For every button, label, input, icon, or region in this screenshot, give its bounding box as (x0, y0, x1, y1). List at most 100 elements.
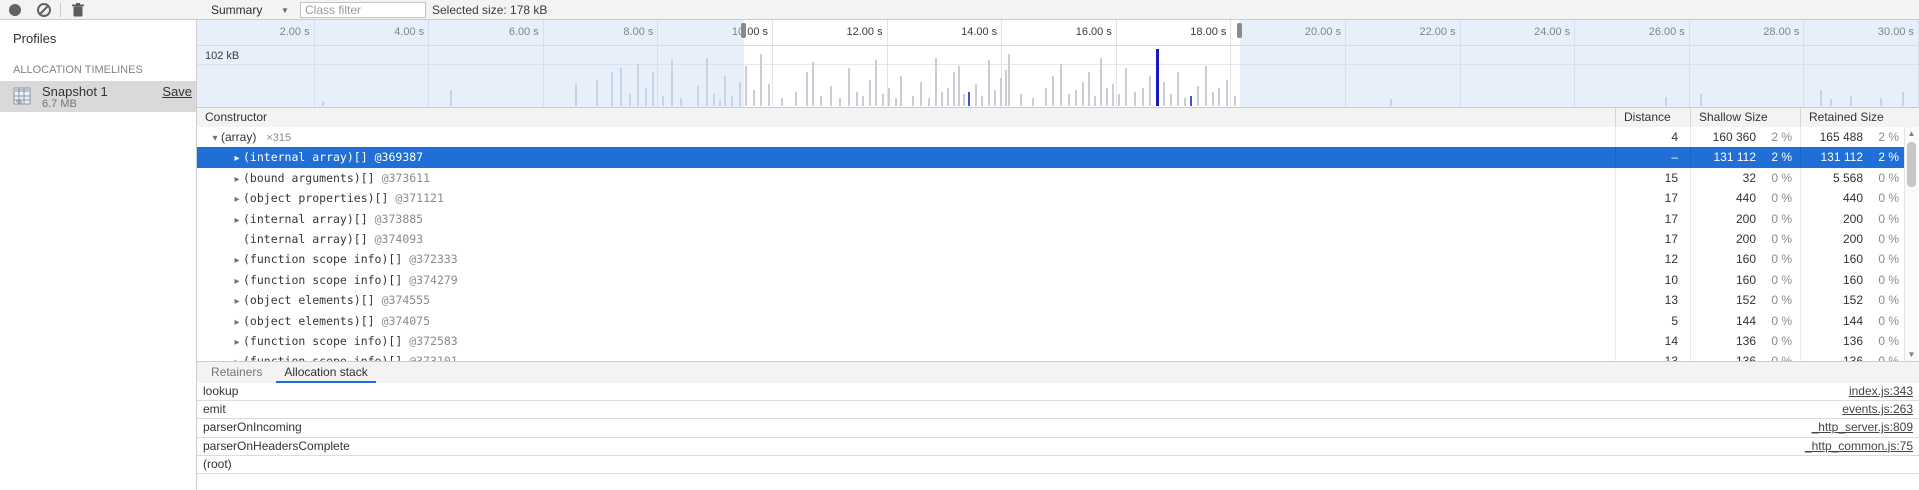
heap-content: 2.00 s4.00 s6.00 s8.00 s10.00 s12.00 s14… (197, 20, 1919, 490)
size-percent: 0 % (1863, 270, 1907, 290)
column-header-constructor[interactable]: Constructor (197, 108, 1615, 127)
constructor-cell[interactable]: ▸(function scope info)[]@374279 (197, 270, 1615, 290)
memory-axis-label: 102 kB (205, 50, 239, 62)
tab-allocation-stack[interactable]: Allocation stack (276, 362, 375, 383)
expander-icon[interactable]: ▸ (231, 333, 243, 351)
object-id: @374075 (382, 314, 430, 328)
expander-icon[interactable]: ▸ (231, 272, 243, 290)
table-row[interactable]: ▸(function scope info)[]@373101131360 %1… (197, 351, 1907, 361)
tab-retainers[interactable]: Retainers (203, 362, 270, 381)
scroll-down-icon[interactable]: ▼ (1905, 348, 1918, 361)
expander-icon[interactable]: ▸ (231, 251, 243, 269)
allocation-bar (1170, 94, 1172, 106)
distance-cell: 10 (1615, 270, 1690, 290)
constructor-cell[interactable]: ▸(bound arguments)[]@373611 (197, 168, 1615, 188)
perspective-dropdown[interactable]: Summary (211, 0, 262, 20)
size-percent: 0 % (1756, 351, 1800, 361)
allocation-bar (888, 88, 890, 106)
size-value: 32 (1691, 168, 1756, 188)
allocation-bar (1234, 96, 1236, 106)
source-location-link[interactable]: events.js:263 (1842, 401, 1913, 418)
table-row[interactable]: ▸(function scope info)[]@372333121600 %1… (197, 249, 1907, 269)
profiles-heading: Profiles (13, 31, 56, 46)
constructor-cell[interactable]: ▸(object properties)[]@371121 (197, 188, 1615, 208)
save-link[interactable]: Save (162, 84, 192, 99)
size-value: 144 (1801, 311, 1863, 331)
selection-handle-right[interactable] (1237, 23, 1242, 38)
column-header-retained-size[interactable]: Retained Size (1800, 108, 1919, 127)
expander-icon[interactable]: ▸ (231, 170, 243, 188)
constructor-cell[interactable]: ▾(array)×315 (197, 127, 1615, 147)
source-location-link[interactable]: index.js:343 (1849, 383, 1913, 400)
constructor-cell[interactable]: ▸(function scope info)[]@372583 (197, 331, 1615, 351)
expander-icon[interactable]: ▸ (231, 292, 243, 310)
retained-size-cell: 1360 % (1800, 331, 1907, 351)
distance-cell: – (1615, 147, 1690, 167)
distance-cell: 14 (1615, 331, 1690, 351)
table-row[interactable]: ▸(object properties)[]@371121174400 %440… (197, 188, 1907, 208)
table-row[interactable]: ▸(internal array)[]@369387–131 1122 %131… (197, 147, 1907, 167)
distance-cell: 13 (1615, 351, 1690, 361)
scrollbar-thumb[interactable] (1907, 142, 1916, 187)
constructor-cell[interactable]: ▸(function scope info)[]@372333 (197, 249, 1615, 269)
expander-icon[interactable]: ▸ (231, 313, 243, 331)
clear-icon[interactable] (37, 3, 50, 16)
function-name: emit (203, 401, 226, 418)
sidebar-item-snapshot-1[interactable]: % Snapshot 1 Save 6.7 MB (0, 81, 196, 112)
constructor-name: (function scope info)[] (243, 354, 402, 361)
selection-handle-left[interactable] (741, 23, 746, 38)
table-row[interactable]: ▸(internal array)[]@373885172000 %2000 % (197, 209, 1907, 229)
grid-scrollbar[interactable]: ▲ ▼ (1904, 127, 1918, 361)
allocation-bar (862, 96, 864, 106)
scroll-up-icon[interactable]: ▲ (1905, 127, 1918, 140)
column-header-shallow-size[interactable]: Shallow Size (1690, 108, 1800, 127)
retained-size-cell: 1360 % (1800, 351, 1907, 361)
allocation-bar (1082, 82, 1084, 106)
allocation-bar (839, 98, 841, 106)
retained-size-cell: 165 4882 % (1800, 127, 1907, 147)
class-filter-input[interactable] (300, 2, 426, 18)
table-row[interactable]: ▸(function scope info)[]@374279101600 %1… (197, 270, 1907, 290)
table-row[interactable]: ▸(bound arguments)[]@37361115320 %5 5680… (197, 168, 1907, 188)
stack-frame-row: emit events.js:263 (197, 401, 1919, 419)
constructor-cell[interactable]: (internal array)[]@374093 (197, 229, 1615, 249)
shallow-size-cell: 2000 % (1690, 209, 1800, 229)
allocation-timeline-overview[interactable]: 2.00 s4.00 s6.00 s8.00 s10.00 s12.00 s14… (197, 20, 1919, 107)
record-icon[interactable] (9, 4, 21, 16)
constructor-cell[interactable]: ▸(function scope info)[]@373101 (197, 351, 1615, 361)
source-location-link[interactable]: _http_common.js:75 (1805, 438, 1913, 455)
instance-count: ×315 (266, 132, 291, 144)
distance-cell: 17 (1615, 229, 1690, 249)
allocation-bar (1190, 96, 1192, 106)
expander-icon[interactable]: ▸ (231, 353, 243, 361)
expander-icon[interactable]: ▸ (231, 190, 243, 208)
allocation-bar (1149, 76, 1151, 106)
size-percent: 0 % (1756, 209, 1800, 229)
constructor-cell[interactable]: ▸(internal array)[]@369387 (197, 147, 1615, 167)
table-row[interactable]: ▸(function scope info)[]@372583141360 %1… (197, 331, 1907, 351)
dim-overlay (197, 20, 744, 107)
allocation-bar (928, 98, 930, 106)
table-row[interactable]: ▸(object elements)[]@37407551440 %1440 % (197, 311, 1907, 331)
constructor-cell[interactable]: ▸(object elements)[]@374075 (197, 311, 1615, 331)
ruler-tick-label: 14.00 s (897, 26, 997, 38)
toolbar-divider (60, 3, 61, 17)
expander-icon[interactable]: ▸ (231, 149, 243, 167)
expander-icon[interactable]: ▸ (231, 211, 243, 229)
size-value: 200 (1801, 229, 1863, 249)
table-row[interactable]: ▾(array)×3154160 3602 %165 4882 % (197, 127, 1907, 147)
size-value: 440 (1801, 188, 1863, 208)
trash-icon[interactable] (71, 3, 85, 17)
constructor-cell[interactable]: ▸(internal array)[]@373885 (197, 209, 1615, 229)
expander-icon[interactable]: ▾ (209, 129, 221, 147)
devtools-memory-panel: Summary ▼ Selected size: 178 kB Profiles… (0, 0, 1919, 490)
table-row[interactable]: ▸(object elements)[]@374555131520 %1520 … (197, 290, 1907, 310)
allocation-bar (958, 66, 960, 106)
size-percent: 0 % (1756, 311, 1800, 331)
constructor-cell[interactable]: ▸(object elements)[]@374555 (197, 290, 1615, 310)
column-header-distance[interactable]: Distance (1615, 108, 1690, 127)
distance-cell: 17 (1615, 209, 1690, 229)
constructor-name: (object elements)[] (243, 293, 375, 307)
table-row[interactable]: (internal array)[]@374093172000 %2000 % (197, 229, 1907, 249)
source-location-link[interactable]: _http_server.js:809 (1812, 419, 1913, 436)
